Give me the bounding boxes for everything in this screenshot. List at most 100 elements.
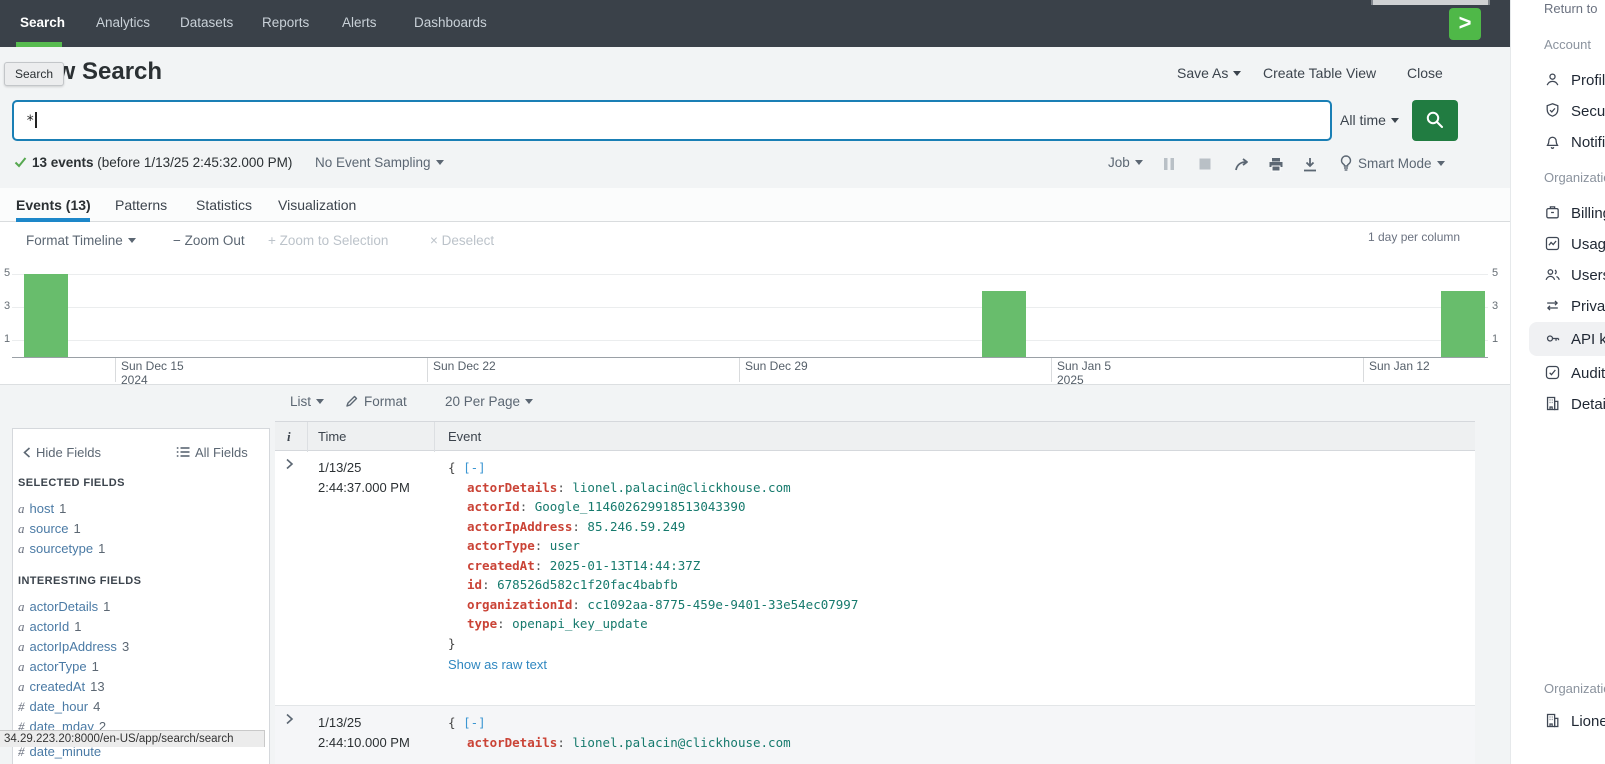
- selected-fields-header: SELECTED FIELDS: [18, 477, 125, 489]
- format-timeline-dropdown[interactable]: Format Timeline: [26, 233, 136, 248]
- expand-event-chevron[interactable]: [285, 713, 294, 725]
- field-count: 1: [92, 659, 99, 674]
- nav-item-analytics[interactable]: Analytics: [96, 15, 150, 30]
- json-key[interactable]: actorDetails: [467, 480, 572, 495]
- sidebar-item-api-keys[interactable]: API keys: [1544, 330, 1605, 352]
- json-key[interactable]: actorDetails: [467, 735, 572, 750]
- event-timestamp[interactable]: 1/13/252:44:10.000 PM: [318, 713, 410, 753]
- search-input[interactable]: *: [12, 100, 1332, 141]
- event-sampling-dropdown[interactable]: No Event Sampling: [315, 155, 444, 170]
- share-button[interactable]: [1234, 157, 1252, 173]
- json-key[interactable]: type: [467, 616, 512, 631]
- field-createdat[interactable]: acreatedAt13: [18, 679, 105, 695]
- field-sourcetype[interactable]: asourcetype1: [18, 541, 105, 557]
- field-actortype[interactable]: aactorType1: [18, 659, 99, 675]
- json-key[interactable]: createdAt: [467, 558, 550, 573]
- per-page-dropdown[interactable]: 20 Per Page: [445, 394, 533, 409]
- json-key[interactable]: organizationId: [467, 597, 587, 612]
- sidebar-item-details[interactable]: Details: [1544, 395, 1605, 417]
- create-table-view-button[interactable]: Create Table View: [1263, 65, 1376, 81]
- field-actordetails[interactable]: aactorDetails1: [18, 599, 110, 615]
- interesting-fields-header: INTERESTING FIELDS: [18, 575, 141, 587]
- list-view-dropdown[interactable]: List: [290, 394, 324, 409]
- clickhouse-logo[interactable]: >: [1449, 8, 1481, 40]
- sidebar-item-private-endpoints[interactable]: Private endpoints: [1544, 297, 1605, 319]
- sidebar-item-users[interactable]: Users: [1544, 266, 1605, 288]
- json-key[interactable]: actorType: [467, 538, 550, 553]
- event-timestamp[interactable]: 1/13/252:44:37.000 PM: [318, 458, 410, 498]
- json-open-brace: {: [448, 460, 456, 475]
- timeline-bar-2025-01-13[interactable]: [1441, 291, 1485, 357]
- timeline-scale-note: 1 day per column: [1368, 230, 1460, 244]
- tab-patterns[interactable]: Patterns: [115, 197, 167, 213]
- zoom-out-button[interactable]: − Zoom Out: [173, 233, 245, 248]
- format-results-button[interactable]: Format: [345, 394, 407, 409]
- chevron-right-icon: [285, 458, 294, 470]
- close-button[interactable]: Close: [1407, 65, 1443, 81]
- timeline-chart[interactable]: 113355: [12, 258, 1488, 357]
- json-key[interactable]: actorId: [467, 499, 535, 514]
- json-value[interactable]: openapi_key_update: [512, 616, 647, 631]
- nav-item-alerts[interactable]: Alerts: [342, 15, 377, 30]
- list-view-label: List: [290, 394, 311, 409]
- user-icon: [1544, 71, 1561, 88]
- field-host[interactable]: ahost1: [18, 501, 66, 517]
- event-json: { [-] actorDetailslionel.palacin@clickho…: [448, 458, 858, 675]
- json-collapse-toggle[interactable]: [-]: [463, 715, 486, 730]
- lightbulb-icon: [1340, 155, 1352, 171]
- stop-button[interactable]: [1198, 157, 1216, 173]
- printer-icon: [1268, 157, 1284, 172]
- timeline-bar-2024-12-12[interactable]: [24, 274, 68, 357]
- job-dropdown[interactable]: Job: [1108, 155, 1143, 170]
- column-header-time[interactable]: Time: [318, 429, 346, 444]
- return-to-link[interactable]: Return to: [1544, 1, 1597, 16]
- field-actoripaddress[interactable]: aactorIpAddress3: [18, 639, 129, 655]
- column-header-event: Event: [448, 429, 481, 444]
- show-raw-text-link[interactable]: Show as raw text: [448, 655, 858, 675]
- json-value[interactable]: lionel.palacin@clickhouse.com: [572, 735, 790, 750]
- pause-button[interactable]: [1162, 157, 1180, 173]
- nav-item-reports[interactable]: Reports: [262, 15, 309, 30]
- field-date-hour[interactable]: #date_hour4: [18, 699, 100, 715]
- field-name: sourcetype: [30, 541, 94, 556]
- json-value[interactable]: 2025-01-13T14:44:37Z: [550, 558, 701, 573]
- json-key[interactable]: id: [467, 577, 497, 592]
- json-collapse-toggle[interactable]: [-]: [463, 460, 486, 475]
- field-actorid[interactable]: aactorId1: [18, 619, 81, 635]
- time-range-picker[interactable]: All time: [1340, 112, 1399, 128]
- json-key[interactable]: actorIpAddress: [467, 519, 587, 534]
- print-button[interactable]: [1268, 157, 1286, 173]
- timeline-bar-2025-01-02[interactable]: [982, 291, 1026, 357]
- tab-events[interactable]: Events (13): [16, 197, 91, 213]
- tab-statistics[interactable]: Statistics: [196, 197, 252, 213]
- json-value[interactable]: cc1092aa-8775-459e-9401-33e54ec07997: [587, 597, 858, 612]
- search-submit-button[interactable]: [1412, 100, 1458, 141]
- json-value[interactable]: lionel.palacin@clickhouse.com: [572, 480, 790, 495]
- smart-mode-dropdown[interactable]: Smart Mode: [1340, 155, 1445, 171]
- json-value[interactable]: 85.246.59.249: [587, 519, 685, 534]
- tab-visualization[interactable]: Visualization: [278, 197, 356, 213]
- sidebar-item-security[interactable]: Security: [1544, 102, 1605, 124]
- nav-item-search[interactable]: Search: [20, 15, 65, 30]
- json-value[interactable]: 678526d582c1f20fac4babfb: [497, 577, 678, 592]
- all-fields-label: All Fields: [195, 445, 248, 460]
- sidebar-item-usage[interactable]: Usage: [1544, 235, 1605, 257]
- sidebar-item-billing[interactable]: Billing: [1544, 204, 1605, 226]
- sidebar-item-audit[interactable]: Audit: [1544, 364, 1605, 386]
- json-value[interactable]: user: [550, 538, 580, 553]
- magnifier-icon: [1425, 110, 1445, 130]
- nav-item-datasets[interactable]: Datasets: [180, 15, 233, 30]
- active-nav-underline: [16, 42, 62, 47]
- json-value[interactable]: Google_114602629918513043390: [535, 499, 746, 514]
- save-as-button[interactable]: Save As: [1177, 65, 1241, 81]
- hide-fields-link[interactable]: Hide Fields: [23, 445, 101, 460]
- expand-event-chevron[interactable]: [285, 458, 294, 470]
- sidebar-item-profile[interactable]: Profile: [1544, 71, 1605, 93]
- field-source[interactable]: asource1: [18, 521, 81, 537]
- organization-section-header: Organization: [1544, 170, 1605, 185]
- nav-item-dashboards[interactable]: Dashboards: [414, 15, 487, 30]
- sidebar-item-notifications[interactable]: Notifications: [1544, 133, 1605, 155]
- export-button[interactable]: [1302, 157, 1320, 173]
- sidebar-item-organization-name[interactable]: Lionel: [1544, 712, 1605, 734]
- all-fields-link[interactable]: All Fields: [176, 445, 248, 460]
